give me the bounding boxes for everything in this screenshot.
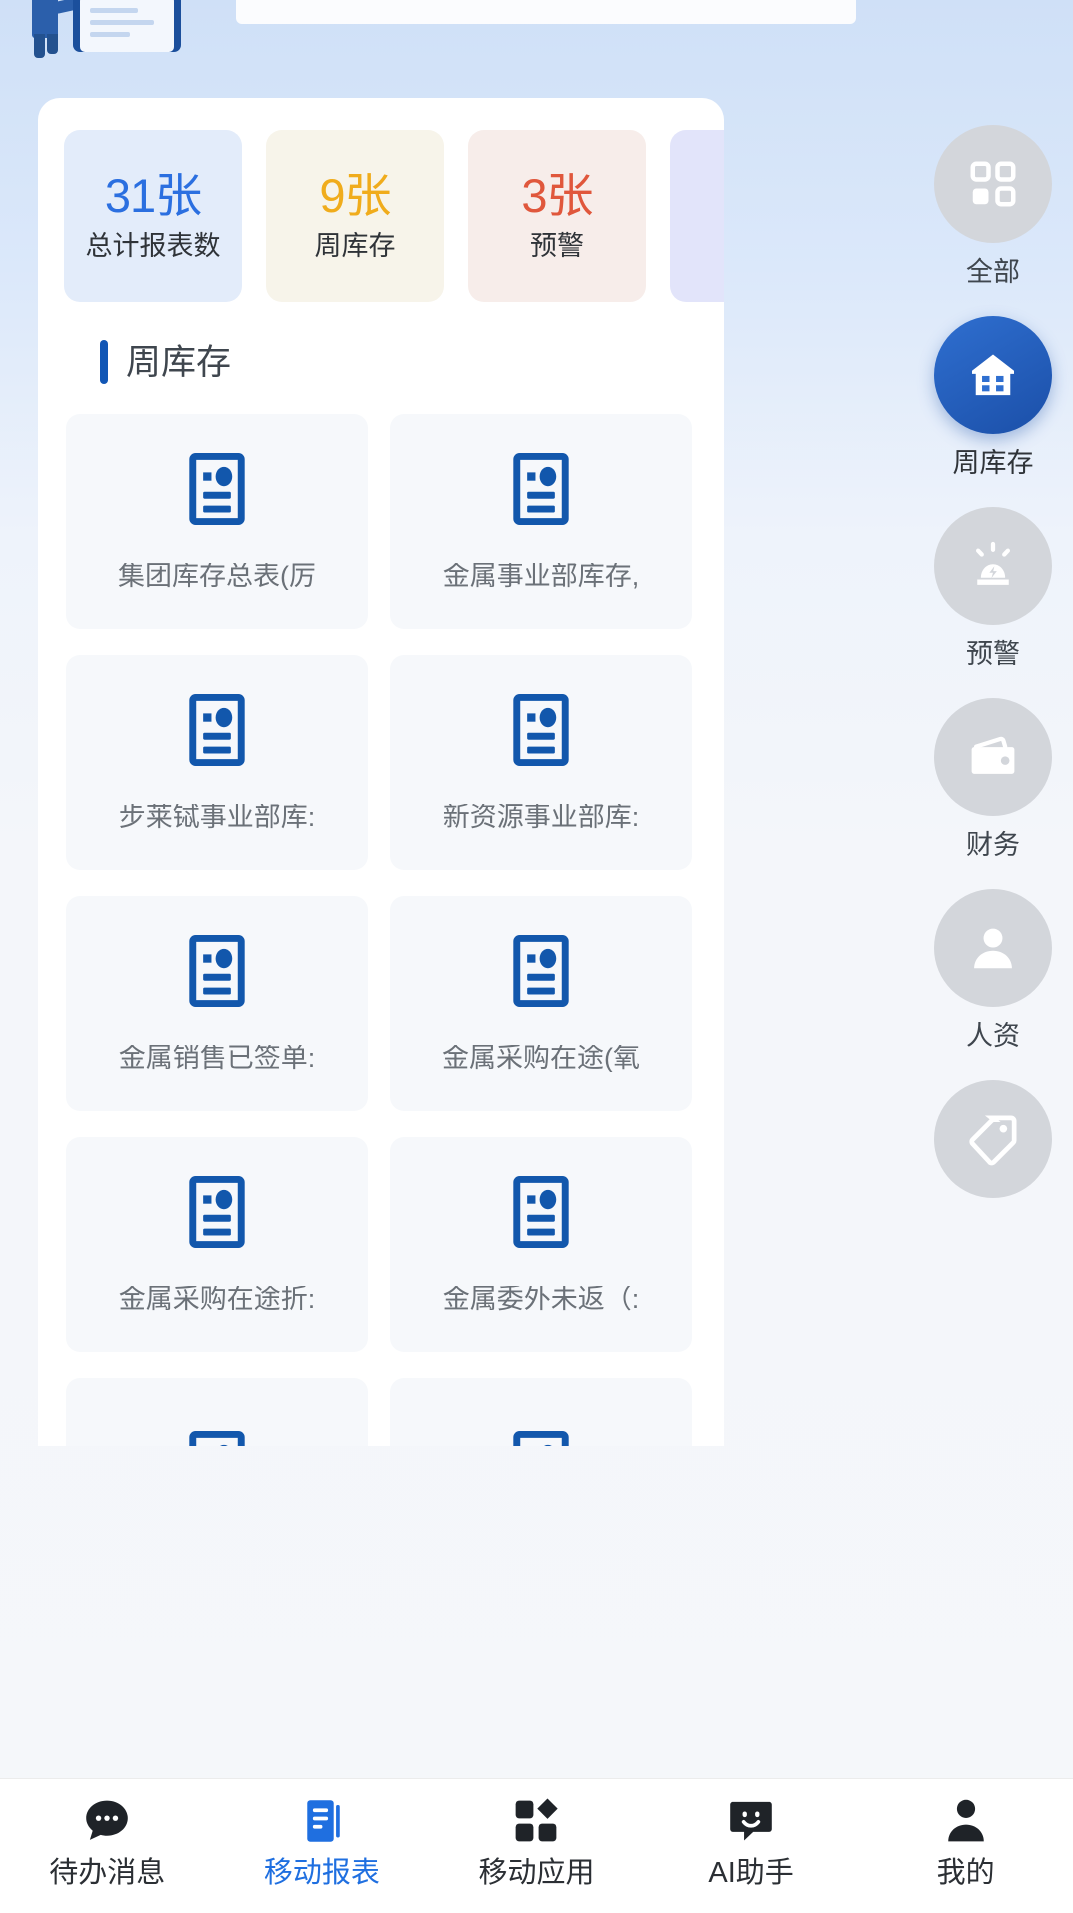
report-card[interactable]: 金属事业部库存, <box>390 414 692 629</box>
illustration-tablet-line-3 <box>90 32 130 37</box>
rail-item-label: 周库存 <box>952 448 1034 478</box>
report-document-icon <box>513 935 569 1007</box>
report-card[interactable]: 新资源事业部库: <box>390 655 692 870</box>
stat-value: 31张 <box>104 169 202 222</box>
report-card[interactable]: 金属销售已签单: <box>66 896 368 1111</box>
rail-item-label: 预警 <box>966 639 1020 669</box>
tab-profile[interactable]: 我的 <box>858 1795 1073 1888</box>
report-card-label: 集团库存总表(厉 <box>118 563 316 590</box>
report-document-icon <box>513 1430 569 1446</box>
stat-value: 9张 <box>319 169 391 222</box>
search-bar[interactable] <box>236 0 856 24</box>
report-panel: 31张 总计报表数 9张 周库存 3张 预警 周库存 集团库存总表(厉 金属事业… <box>38 98 724 1446</box>
report-card-label: 新资源事业部库: <box>442 804 640 831</box>
rail-item-tags[interactable] <box>931 1080 1055 1214</box>
chat-dots-icon <box>86 1800 129 1840</box>
tab-mobile-reports[interactable]: 移动报表 <box>215 1795 430 1888</box>
house-icon <box>972 354 1014 396</box>
report-card[interactable] <box>390 1378 692 1446</box>
tab-ai-assistant[interactable]: AI助手 <box>644 1795 859 1888</box>
rail-item-hr[interactable]: 人资 <box>931 889 1055 1050</box>
rail-item-finance[interactable]: 财务 <box>931 698 1055 859</box>
report-card-label: 金属采购在途折: <box>118 1286 316 1313</box>
section-title-text: 周库存 <box>126 342 232 382</box>
report-card[interactable]: 集团库存总表(厉 <box>66 414 368 629</box>
stat-label: 周库存 <box>314 231 396 261</box>
rail-item-weekly-stock[interactable]: 周库存 <box>931 316 1055 477</box>
stat-value: 3张 <box>521 169 593 222</box>
rail-bubble[interactable] <box>934 507 1052 625</box>
tab-mobile-apps[interactable]: 移动应用 <box>429 1795 644 1888</box>
stat-card-more[interactable] <box>670 130 724 302</box>
ai-face-icon <box>730 1801 772 1841</box>
illustration-person-leg-right <box>47 34 58 54</box>
rail-item-label: 人资 <box>966 1021 1020 1051</box>
tag-icon <box>969 1115 1017 1166</box>
rail-item-all[interactable]: 全部 <box>931 125 1055 286</box>
rail-bubble[interactable] <box>934 1080 1052 1198</box>
rail-item-label: 财务 <box>966 830 1020 860</box>
rail-item-alerts[interactable]: 预警 <box>931 507 1055 668</box>
report-card-label: 金属事业部库存, <box>442 563 640 590</box>
tab-label: 移动应用 <box>478 1857 595 1889</box>
document-icon <box>307 1800 340 1842</box>
wallet-icon <box>971 736 1015 774</box>
section-accent-bar <box>100 340 108 384</box>
report-card[interactable]: 金属采购在途(氧 <box>390 896 692 1111</box>
report-document-icon <box>189 1176 245 1248</box>
report-document-icon <box>513 694 569 766</box>
illustration-tablet-line-1 <box>90 8 138 13</box>
stat-card-total-reports[interactable]: 31张 总计报表数 <box>64 130 242 302</box>
stats-row[interactable]: 31张 总计报表数 9张 周库存 3张 预警 <box>38 130 724 302</box>
report-card[interactable]: 金属委外未返（: <box>390 1137 692 1352</box>
report-card[interactable]: 金属采购在途折: <box>66 1137 368 1352</box>
rail-bubble[interactable] <box>934 698 1052 816</box>
report-card-label: 金属采购在途(氧 <box>442 1045 640 1072</box>
header-illustration <box>18 0 208 58</box>
grid-icon <box>970 161 1016 207</box>
person-icon <box>974 928 1012 969</box>
tab-label: AI助手 <box>708 1857 794 1889</box>
report-card[interactable] <box>66 1378 368 1446</box>
bottom-tab-bar: 待办消息 移动报表 移动应用 AI助手 我的 <box>0 1778 1073 1913</box>
report-document-icon <box>189 453 245 525</box>
rail-bubble[interactable] <box>934 889 1052 1007</box>
rail-bubble[interactable] <box>934 316 1052 434</box>
rail-item-label: 全部 <box>966 257 1020 287</box>
tab-todo-messages[interactable]: 待办消息 <box>0 1795 215 1888</box>
stat-label: 总计报表数 <box>85 231 221 261</box>
report-document-icon <box>513 453 569 525</box>
tab-label: 待办消息 <box>49 1857 166 1889</box>
report-document-icon <box>189 935 245 1007</box>
tab-label: 我的 <box>936 1857 995 1889</box>
section-header: 周库存 <box>100 340 231 384</box>
stat-label: 预警 <box>530 231 584 261</box>
rail-bubble[interactable] <box>934 125 1052 243</box>
report-document-icon <box>189 694 245 766</box>
illustration-tablet-line-2 <box>90 20 154 25</box>
report-document-icon <box>513 1176 569 1248</box>
tab-label: 移动报表 <box>263 1857 380 1889</box>
report-card-label: 步莱铽事业部库: <box>118 804 316 831</box>
illustration-person-leg-left <box>34 34 45 58</box>
report-card-label: 金属委外未返（: <box>442 1286 640 1313</box>
siren-icon <box>976 541 1010 585</box>
report-document-icon <box>189 1430 245 1446</box>
report-card-label: 金属销售已签单: <box>118 1045 316 1072</box>
profile-icon <box>947 1799 984 1842</box>
stat-card-alerts[interactable]: 3张 预警 <box>468 130 646 302</box>
stat-card-weekly-stock[interactable]: 9张 周库存 <box>266 130 444 302</box>
report-card[interactable]: 步莱铽事业部库: <box>66 655 368 870</box>
category-rail: 全部 周库存 预警 财务 人资 <box>913 108 1073 1448</box>
report-grid: 集团库存总表(厉 金属事业部库存, 步莱铽事业部库: 新资源事业部库: 金属销售… <box>66 414 724 1446</box>
apps-icon <box>516 1798 559 1842</box>
